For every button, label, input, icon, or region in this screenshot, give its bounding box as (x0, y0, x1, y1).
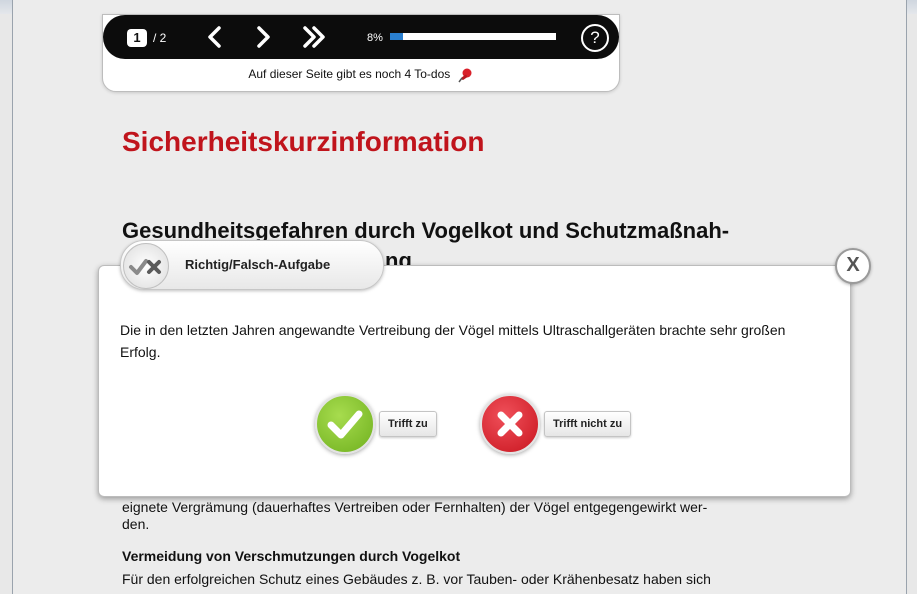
paragraph-line: den. (122, 516, 150, 532)
false-answer-button[interactable]: Trifft nicht zu (480, 394, 655, 454)
navigation-toolbar: 1 / 2 8% ? Auf dieser Seite gibt es noch… (102, 14, 620, 92)
next-page-button[interactable] (247, 21, 279, 53)
cross-icon (480, 394, 540, 454)
question-mark-icon: ? (590, 28, 600, 47)
progress-bar-fill (390, 33, 404, 40)
page-title: Sicherheitskurzinformation (122, 126, 485, 157)
toolbar-bar: 1 / 2 8% ? (103, 15, 619, 59)
true-false-icon (123, 243, 169, 289)
dialog-title: Richtig/Falsch-Aufgabe (185, 257, 331, 272)
last-page-button[interactable] (297, 21, 329, 53)
double-chevron-right-icon (303, 26, 325, 48)
pushpin-icon (458, 68, 472, 83)
close-icon: X (846, 254, 860, 276)
close-dialog-button[interactable]: X (835, 248, 871, 284)
section-heading: Vermeidung von Verschmutzungen durch Vog… (122, 548, 461, 564)
help-button[interactable]: ? (581, 24, 609, 52)
chevron-right-icon (257, 26, 270, 48)
progress-percent: 8% (367, 32, 383, 44)
checkmark-icon (315, 394, 375, 454)
false-answer-label: Trifft nicht zu (544, 411, 632, 437)
progress-bar (390, 33, 556, 40)
previous-page-button[interactable] (199, 21, 231, 53)
todo-text: Auf dieser Seite gibt es noch 4 To-dos (248, 67, 451, 82)
true-answer-label: Trifft zu (379, 411, 437, 437)
chevron-left-icon (208, 26, 221, 48)
true-answer-button[interactable]: Trifft zu (315, 394, 455, 454)
paragraph-line: Für den erfolgreichen Schutz eines Gebäu… (122, 571, 711, 587)
true-false-dialog: Die in den letzten Jahren angewandte Ver… (98, 265, 851, 497)
paragraph-line: eignete Vergrämung (dauerhaftes Vertreib… (122, 499, 708, 515)
todo-notice: Auf dieser Seite gibt es noch 4 To-dos (103, 67, 619, 83)
current-page-number: 1 (127, 29, 147, 47)
total-pages: / 2 (153, 31, 167, 45)
question-text: Die in den letzten Jahren angewandte Ver… (120, 322, 786, 360)
dialog-title-tab: Richtig/Falsch-Aufgabe (120, 240, 384, 290)
